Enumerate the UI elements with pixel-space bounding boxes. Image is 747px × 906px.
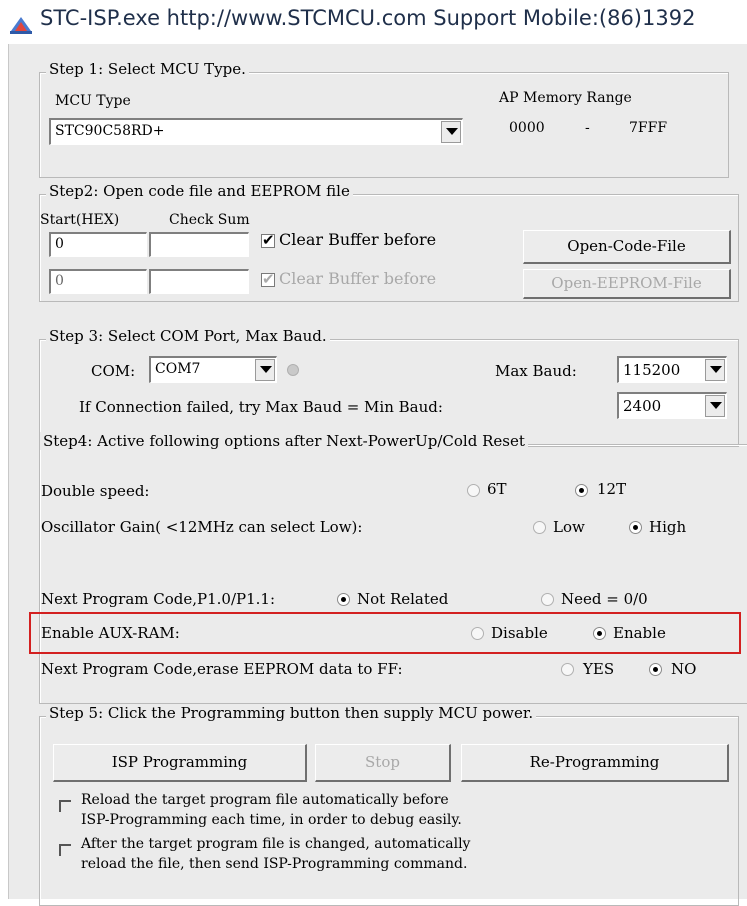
com-status-indicator-icon	[287, 364, 299, 376]
aux-ram-label: Enable AUX-RAM:	[41, 624, 180, 642]
code-start-input[interactable]: 0	[49, 232, 147, 257]
ap-dash: -	[585, 120, 590, 136]
code-checksum-input[interactable]	[149, 232, 249, 257]
com-port-dropdown-button[interactable]	[255, 359, 275, 381]
erase-yes-label: YES	[583, 660, 615, 678]
step4-legend: Step4: Active following options after Ne…	[40, 432, 528, 450]
step5-legend: Step 5: Click the Programming button the…	[46, 704, 537, 722]
reload-before-isp-checkbox[interactable]	[59, 800, 71, 812]
double-speed-6t-label: 6T	[487, 480, 507, 498]
erase-eeprom-label: Next Program Code,erase EEPROM data to F…	[41, 660, 403, 678]
need-zero-radio[interactable]	[541, 593, 554, 606]
check-icon: ✔	[262, 231, 275, 249]
min-baud-select[interactable]: 2400	[617, 392, 727, 419]
com-label: COM:	[91, 362, 136, 380]
max-baud-value: 115200	[623, 361, 681, 379]
max-baud-dropdown-button[interactable]	[705, 359, 725, 381]
re-programming-button[interactable]: Re-Programming	[461, 744, 729, 782]
next-program-code-label: Next Program Code,P1.0/P1.1:	[41, 590, 276, 608]
double-speed-12t-radio[interactable]	[575, 484, 588, 497]
eeprom-start-input[interactable]: 0	[49, 269, 147, 294]
not-related-radio[interactable]	[337, 593, 350, 606]
eeprom-clear-buffer-checkbox[interactable]: ✔	[261, 270, 275, 288]
stop-button[interactable]: Stop	[315, 744, 451, 782]
step3-legend: Step 3: Select COM Port, Max Baud.	[46, 327, 330, 345]
osc-gain-high-label: High	[649, 518, 687, 536]
com-port-value: COM7	[155, 361, 201, 377]
reload-before-isp-line2: ISP-Programming each time, in order to d…	[81, 812, 462, 828]
ap-memory-label: AP Memory Range	[499, 90, 632, 106]
code-clear-buffer-label: Clear Buffer before	[279, 230, 437, 249]
eeprom-clear-buffer-label: Clear Buffer before	[279, 269, 437, 288]
main-window: Step 1: Select MCU Type. MCU Type STC90C…	[8, 44, 747, 906]
auto-reload-line2: reload the file, then send ISP-Programmi…	[81, 856, 468, 872]
double-speed-label: Double speed:	[41, 482, 150, 500]
double-speed-12t-label: 12T	[597, 480, 627, 498]
open-eeprom-file-button[interactable]: Open-EEPROM-File	[523, 269, 731, 299]
chevron-down-icon	[446, 128, 458, 135]
code-clear-buffer-checkbox[interactable]: ✔	[261, 231, 275, 249]
app-icon	[10, 17, 32, 34]
mcu-type-label: MCU Type	[55, 93, 131, 109]
erase-yes-radio[interactable]	[561, 663, 574, 676]
eeprom-checksum-input[interactable]	[149, 269, 249, 294]
need-zero-label: Need = 0/0	[561, 590, 648, 608]
osc-gain-label: Oscillator Gain( <12MHz can select Low):	[41, 518, 363, 536]
step2-legend: Step2: Open code file and EEPROM file	[46, 182, 353, 200]
chevron-down-icon	[710, 402, 722, 409]
ap-end-value: 7FFF	[629, 120, 668, 136]
not-related-label: Not Related	[357, 590, 449, 608]
chevron-down-icon	[260, 366, 272, 373]
mcu-type-value: STC90C58RD+	[55, 123, 165, 139]
erase-no-label: NO	[671, 660, 697, 678]
chevron-down-icon	[710, 366, 722, 373]
check-sum-label: Check Sum	[169, 212, 250, 228]
mcu-type-dropdown-button[interactable]	[441, 121, 461, 143]
osc-gain-low-radio[interactable]	[533, 521, 546, 534]
auto-reload-line1: After the target program file is changed…	[81, 836, 471, 852]
title-bar: STC-ISP.exe http://www.STCMCU.com Suppor…	[0, 0, 747, 44]
start-hex-label: Start(HEX)	[40, 212, 120, 228]
mcu-type-select[interactable]: STC90C58RD+	[49, 118, 463, 145]
isp-programming-button[interactable]: ISP Programming	[53, 744, 307, 782]
open-code-file-button[interactable]: Open-Code-File	[523, 230, 731, 264]
reload-before-isp-line1: Reload the target program file automatic…	[81, 792, 449, 808]
min-baud-value: 2400	[623, 397, 662, 415]
erase-no-radio[interactable]	[649, 663, 662, 676]
aux-ram-enable-label: Enable	[613, 624, 666, 642]
window-title: STC-ISP.exe http://www.STCMCU.com Suppor…	[40, 6, 696, 30]
max-baud-label: Max Baud:	[495, 362, 577, 380]
aux-ram-enable-radio[interactable]	[593, 627, 606, 640]
min-baud-label: If Connection failed, try Max Baud = Min…	[79, 398, 443, 416]
double-speed-6t-radio[interactable]	[467, 484, 480, 497]
check-icon: ✔	[262, 270, 275, 288]
ap-start-value: 0000	[509, 120, 545, 136]
max-baud-select[interactable]: 115200	[617, 356, 727, 383]
aux-ram-disable-label: Disable	[491, 624, 548, 642]
auto-reload-on-change-checkbox[interactable]	[59, 844, 71, 856]
osc-gain-high-radio[interactable]	[629, 521, 642, 534]
com-port-select[interactable]: COM7	[149, 356, 277, 383]
min-baud-dropdown-button[interactable]	[705, 395, 725, 417]
step1-legend: Step 1: Select MCU Type.	[46, 60, 249, 78]
aux-ram-disable-radio[interactable]	[471, 627, 484, 640]
osc-gain-low-label: Low	[553, 518, 585, 536]
